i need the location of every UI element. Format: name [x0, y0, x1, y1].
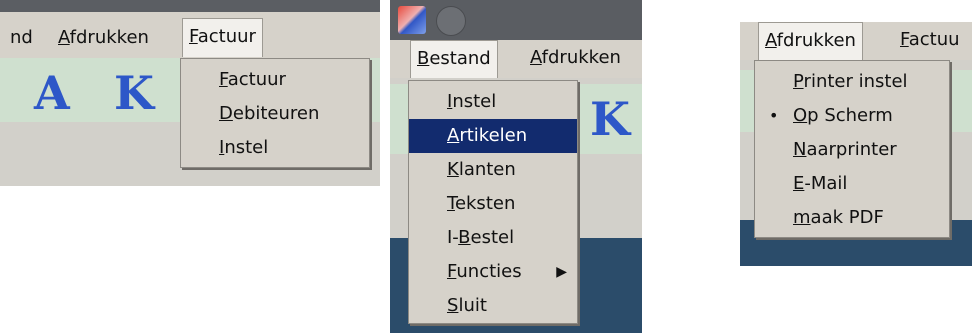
- titlebar: [390, 0, 642, 40]
- menubar-item-bestand[interactable]: Bestand: [410, 40, 498, 79]
- menubar: nd Afdrukken Factuur: [0, 12, 380, 59]
- menu-item-debiteuren[interactable]: Debiteuren: [181, 97, 369, 131]
- menu-item-klanten[interactable]: Klanten: [409, 153, 577, 187]
- afdrukken-menu: Printer instel • Op Scherm Naarprinter E-…: [754, 60, 950, 238]
- menu-item-factuur[interactable]: Factuur: [181, 63, 369, 97]
- menubar-item-afdrukken[interactable]: Afdrukken: [524, 40, 627, 76]
- factuur-menu: Factuur Debiteuren Instel: [180, 58, 370, 168]
- app-icon: [398, 6, 426, 34]
- checked-bullet-icon: •: [769, 106, 779, 125]
- menu-item-naarprinter[interactable]: Naarprinter: [755, 133, 949, 167]
- window-edge: [740, 0, 972, 22]
- menu-item-maak-pdf[interactable]: maak PDF: [755, 201, 949, 235]
- menubar-item-factuur[interactable]: Factuu: [894, 22, 966, 58]
- window-button-icon[interactable]: [436, 6, 466, 36]
- logo-letter-k: K: [114, 66, 154, 120]
- submenu-arrow-icon: ▶: [556, 264, 567, 280]
- menubar-item-bestand[interactable]: nd: [4, 20, 39, 56]
- window-edge: [0, 0, 380, 12]
- bestand-menu: Instel Artikelen Klanten Teksten I-Beste…: [408, 80, 578, 324]
- menubar: Bestand Afdrukken: [390, 40, 642, 79]
- menubar-item-factuur[interactable]: Factuur: [182, 18, 263, 57]
- panel-afdrukken-menu: Afdrukken Factuu Printer instel • Op Sche…: [740, 0, 972, 266]
- menu-item-e-mail[interactable]: E-Mail: [755, 167, 949, 201]
- panel-factuur-menu: nd Afdrukken Factuur A K Factuur Debiteu…: [0, 0, 380, 186]
- menu-item-artikelen[interactable]: Artikelen: [409, 119, 577, 153]
- menu-item-instel[interactable]: Instel: [181, 131, 369, 165]
- menubar: Afdrukken Factuu: [740, 22, 972, 61]
- menu-item-teksten[interactable]: Teksten: [409, 187, 577, 221]
- menu-item-functies[interactable]: Functies ▶: [409, 255, 577, 289]
- menu-item-printer-instel[interactable]: Printer instel: [755, 65, 949, 99]
- menu-item-instel[interactable]: Instel: [409, 85, 577, 119]
- panel-bestand-menu: Bestand Afdrukken K Instel Artikelen Kla…: [390, 0, 642, 333]
- logo-letter-k: K: [590, 92, 630, 146]
- menu-item-sluit[interactable]: Sluit: [409, 289, 577, 323]
- menubar-item-afdrukken[interactable]: Afdrukken: [758, 22, 863, 61]
- menu-item-op-scherm[interactable]: • Op Scherm: [755, 99, 949, 133]
- logo-letter-a: A: [34, 66, 70, 120]
- menubar-item-afdrukken[interactable]: Afdrukken: [52, 20, 155, 56]
- menu-item-i-bestel[interactable]: I-Bestel: [409, 221, 577, 255]
